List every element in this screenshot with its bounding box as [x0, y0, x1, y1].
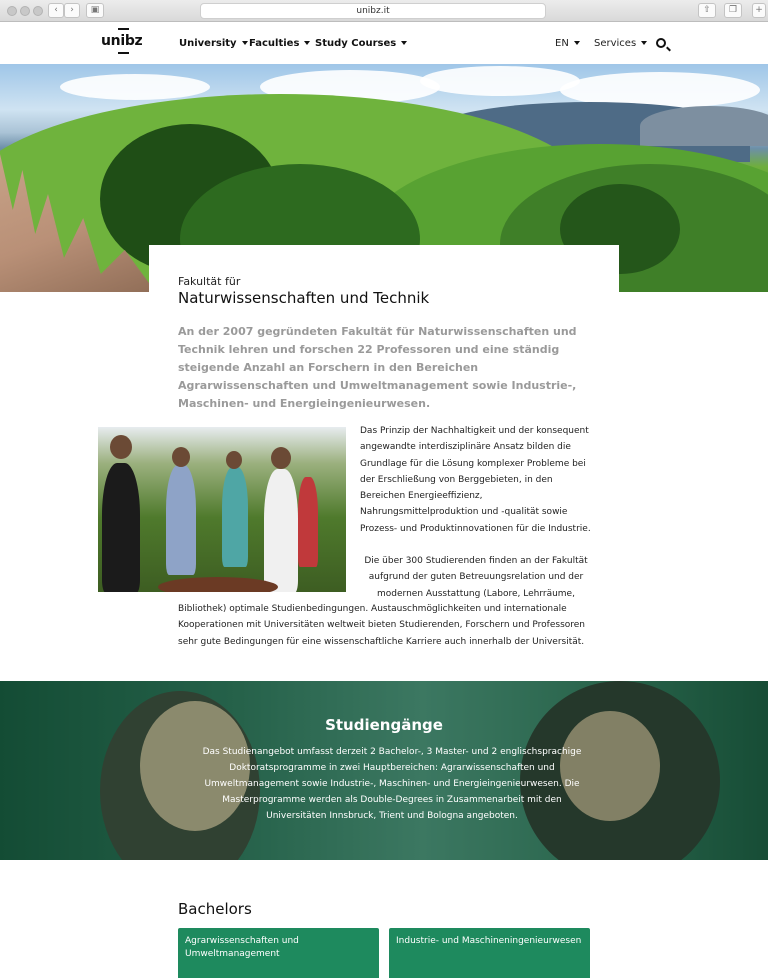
- course-tile-industrieingenieurwesen[interactable]: Industrie- und Maschineningenieurwesen: [389, 928, 590, 978]
- browser-toolbar: ‹ › ▣ i unibz.it ⇧ ❐ +: [0, 0, 768, 22]
- chevron-down-icon: [573, 41, 580, 45]
- chevron-down-icon: [304, 41, 311, 45]
- tabs-icon[interactable]: ❐: [724, 3, 742, 18]
- site-header: unibz University Faculties Study Courses…: [0, 23, 768, 64]
- page-title: Naturwissenschaften und Technik: [178, 289, 430, 307]
- nav-item-university[interactable]: University: [179, 38, 248, 49]
- studies-heading: Studiengänge: [325, 716, 443, 734]
- paragraph-students-a: Die über 300 Studierenden finden an der …: [364, 556, 588, 599]
- bachelors-heading: Bachelors: [178, 900, 252, 918]
- paragraph-sustainability: Das Prinzip der Nachhaltigkeit und der k…: [360, 426, 591, 534]
- language-switcher[interactable]: EN: [555, 38, 580, 49]
- unibz-logo[interactable]: unibz: [101, 28, 143, 54]
- faculty-intro: An der 2007 gegründeten Fakultät für Nat…: [178, 325, 577, 410]
- back-icon[interactable]: ‹: [48, 3, 64, 18]
- chevron-down-icon: [641, 41, 648, 45]
- course-tile-label: Industrie- und Maschineningenieurwesen: [396, 936, 582, 946]
- nav-item-study-courses[interactable]: Study Courses: [315, 38, 408, 49]
- sidebar-icon[interactable]: ▣: [86, 3, 104, 18]
- minimize-window-icon[interactable]: [20, 6, 30, 16]
- share-icon[interactable]: ⇧: [698, 3, 716, 18]
- nav-item-label: Study Courses: [315, 38, 397, 49]
- nav-item-label: Faculties: [249, 38, 300, 49]
- course-tile-label: Agrarwissenschaften und Umweltmanagement: [185, 936, 299, 959]
- students-field-photo: [98, 427, 346, 592]
- faculty-subtitle: Fakultät für: [178, 275, 241, 288]
- chevron-down-icon: [401, 41, 408, 45]
- new-tab-icon[interactable]: +: [752, 3, 766, 18]
- course-tile-agrarwissenschaften[interactable]: Agrarwissenschaften und Umweltmanagement: [178, 928, 379, 978]
- forward-icon[interactable]: ›: [64, 3, 80, 18]
- zoom-window-icon[interactable]: [33, 6, 43, 16]
- services-label: Services: [594, 38, 637, 49]
- close-window-icon[interactable]: [7, 6, 17, 16]
- paragraph-students-b: Bibliothek) optimale Studienbedingungen.…: [178, 604, 586, 647]
- studies-description: Das Studienangebot umfasst derzeit 2 Bac…: [202, 747, 582, 821]
- services-menu[interactable]: Services: [594, 38, 648, 49]
- search-icon[interactable]: [656, 38, 666, 48]
- chevron-down-icon: [241, 41, 248, 45]
- address-bar[interactable]: unibz.it: [200, 3, 546, 19]
- url-text: unibz.it: [356, 6, 390, 16]
- nav-item-label: University: [179, 38, 237, 49]
- language-label: EN: [555, 38, 569, 49]
- nav-item-faculties[interactable]: Faculties: [249, 38, 311, 49]
